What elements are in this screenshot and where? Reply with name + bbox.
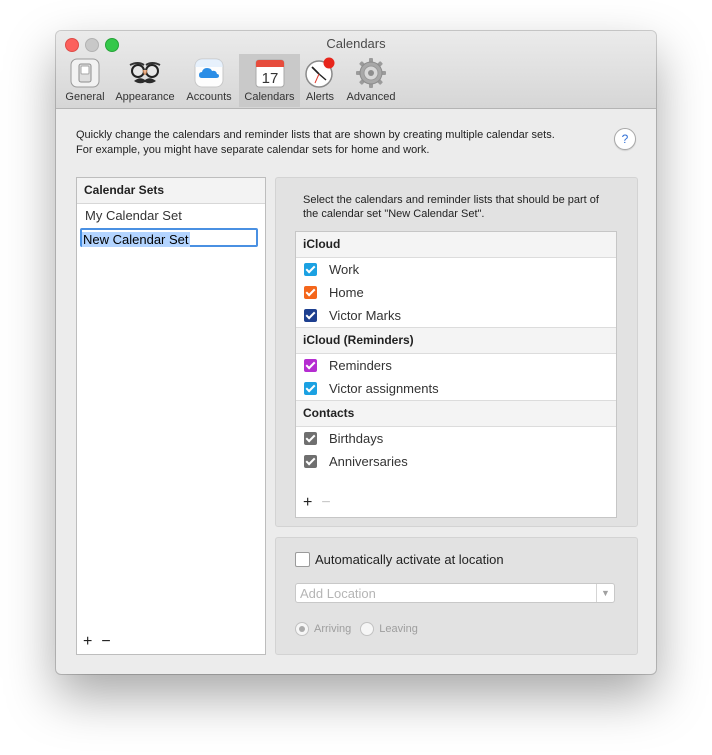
add-calendar-button[interactable]: + — [303, 494, 312, 511]
tab-advanced[interactable]: Advanced — [342, 54, 400, 107]
add-location-select[interactable]: Add Location ▼ — [295, 583, 615, 603]
arriving-radio[interactable] — [295, 622, 309, 636]
intro-line-1: Quickly change the calendars and reminde… — [76, 129, 555, 141]
disguise-mask-icon — [129, 62, 161, 84]
auto-activate-row[interactable]: Automatically activate at location — [295, 552, 504, 567]
intro-text: Quickly change the calendars and reminde… — [76, 128, 616, 158]
calendar-list-footer: + − — [303, 494, 331, 512]
group-header-icloud-reminders: iCloud (Reminders) — [296, 327, 616, 354]
calendar-icon: 17 — [255, 59, 284, 88]
calendar-row-anniversaries[interactable]: Anniversaries — [296, 450, 616, 473]
calendar-row-work[interactable]: Work — [296, 258, 616, 281]
tab-appearance[interactable]: Appearance — [111, 54, 179, 107]
calendar-list: iCloud Work Home Victor Marks iCloud (Re… — [295, 231, 617, 518]
calendar-row-reminders[interactable]: Reminders — [296, 354, 616, 377]
chevron-down-icon: ▼ — [596, 584, 614, 602]
arrive-leave-options: Arriving Leaving — [295, 622, 427, 636]
help-button[interactable]: ? — [614, 128, 636, 150]
calendar-set-item-new[interactable]: New Calendar Set — [77, 227, 265, 250]
calendar-checkbox-work[interactable] — [304, 263, 317, 276]
calendar-checkbox-home[interactable] — [304, 286, 317, 299]
toolbar: Calendars General Appearance Accounts 17… — [56, 31, 656, 109]
calendar-checkbox-victor-assignments[interactable] — [304, 382, 317, 395]
calendar-sets-panel: Calendar Sets My Calendar Set New Calend… — [76, 177, 266, 655]
tab-calendars[interactable]: 17 Calendars — [239, 54, 300, 107]
intro-line-2: For example, you might have separate cal… — [76, 144, 430, 156]
calendar-checkbox-anniversaries[interactable] — [304, 455, 317, 468]
preferences-window: Calendars General Appearance Accounts 17… — [56, 31, 656, 674]
calendar-sets-footer: + − — [83, 633, 120, 651]
window-title: Calendars — [326, 36, 386, 51]
calendar-row-victor-marks[interactable]: Victor Marks — [296, 304, 616, 327]
tab-accounts[interactable]: Accounts — [181, 54, 237, 107]
group-header-contacts: Contacts — [296, 400, 616, 427]
remove-calendar-button[interactable]: − — [321, 494, 330, 511]
calendar-set-name-field[interactable]: New Calendar Set — [80, 228, 258, 247]
switch-icon — [70, 58, 100, 88]
tab-alerts[interactable]: Alerts — [302, 54, 338, 107]
calendar-selection-panel: Select the calendars and reminder lists … — [275, 177, 638, 527]
icloud-icon — [194, 58, 224, 88]
calendar-selection-instructions: Select the calendars and reminder lists … — [303, 194, 599, 220]
auto-activate-label: Automatically activate at location — [315, 552, 504, 567]
arriving-label: Arriving — [314, 623, 352, 635]
calendar-set-item-my[interactable]: My Calendar Set — [77, 204, 265, 227]
add-location-placeholder: Add Location — [300, 586, 376, 601]
tab-general[interactable]: General — [61, 54, 109, 107]
calendar-checkbox-reminders[interactable] — [304, 359, 317, 372]
calendar-set-label: My Calendar Set — [85, 208, 182, 223]
group-header-icloud: iCloud — [296, 232, 616, 258]
add-calendar-set-button[interactable]: + — [83, 633, 92, 650]
calendar-checkbox-birthdays[interactable] — [304, 432, 317, 445]
calendar-row-home[interactable]: Home — [296, 281, 616, 304]
calendar-day-number: 17 — [261, 70, 278, 87]
auto-activate-checkbox[interactable] — [295, 552, 310, 567]
calendar-row-victor-assignments[interactable]: Victor assignments — [296, 377, 616, 400]
remove-calendar-set-button[interactable]: − — [101, 633, 110, 650]
location-panel: Automatically activate at location Add L… — [275, 537, 638, 655]
calendar-row-birthdays[interactable]: Birthdays — [296, 427, 616, 450]
calendar-set-name-text: New Calendar Set — [82, 232, 190, 247]
gear-icon — [356, 58, 386, 88]
calendar-sets-header: Calendar Sets — [77, 178, 265, 204]
leaving-label: Leaving — [379, 623, 418, 635]
calendar-checkbox-victor-marks[interactable] — [304, 309, 317, 322]
leaving-radio[interactable] — [360, 622, 375, 636]
clock-alert-icon — [305, 57, 335, 88]
